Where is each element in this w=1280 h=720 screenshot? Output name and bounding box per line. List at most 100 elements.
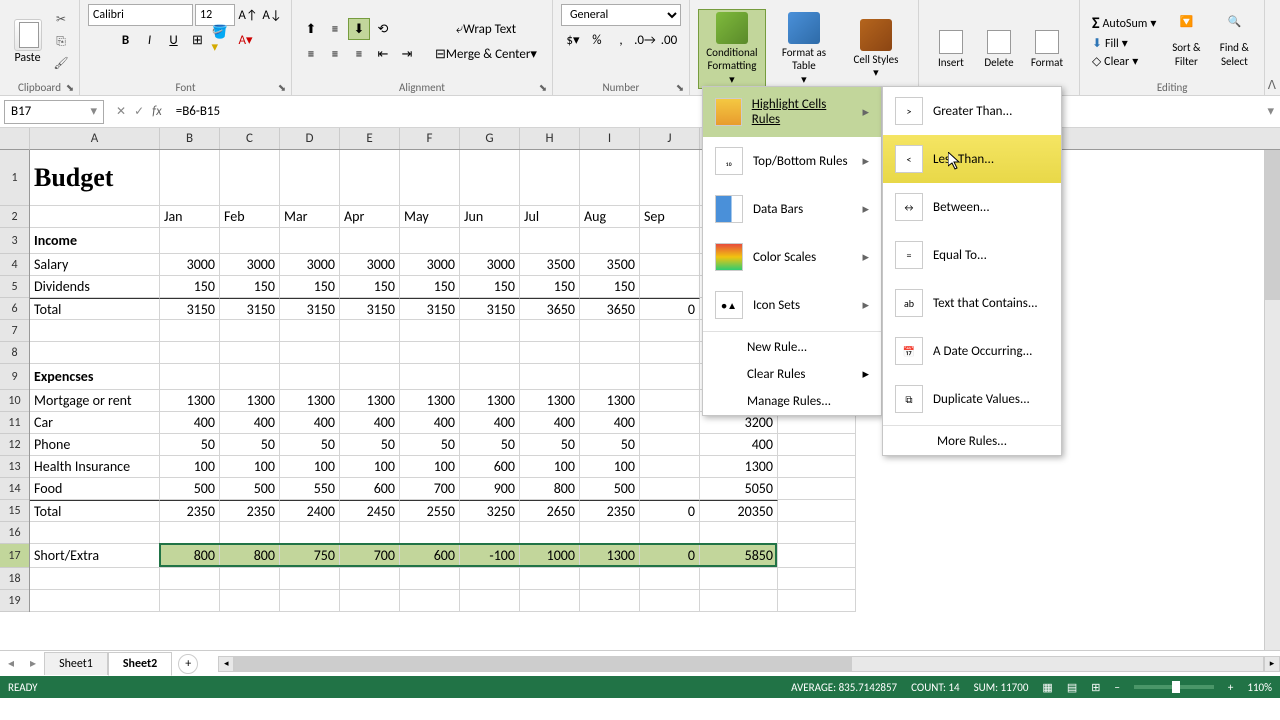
- cell[interactable]: Mar: [280, 206, 340, 228]
- cell[interactable]: 550: [280, 478, 340, 500]
- cell[interactable]: Expencses: [30, 364, 160, 390]
- cell[interactable]: 3150: [220, 298, 280, 320]
- cell[interactable]: 500: [220, 478, 280, 500]
- cell[interactable]: [580, 590, 640, 612]
- cell[interactable]: [778, 590, 856, 612]
- font-color-button[interactable]: A▾: [235, 29, 257, 51]
- menu-manage-rules[interactable]: Manage Rules...: [703, 388, 881, 415]
- cell[interactable]: [640, 568, 700, 590]
- cell[interactable]: 3150: [400, 298, 460, 320]
- align-bottom-button[interactable]: ⬇: [348, 18, 370, 40]
- cell[interactable]: 2550: [400, 500, 460, 522]
- increase-indent-button[interactable]: ⇥: [396, 43, 418, 65]
- cell[interactable]: 0: [640, 298, 700, 320]
- border-button[interactable]: ⊞: [187, 29, 209, 51]
- cell[interactable]: 600: [400, 544, 460, 568]
- submenu-more-rules[interactable]: More Rules...: [883, 428, 1061, 455]
- col-header-F[interactable]: F: [400, 128, 460, 149]
- zoom-out-button[interactable]: −: [1114, 681, 1119, 694]
- row-header-14[interactable]: 14: [0, 478, 29, 500]
- name-box[interactable]: B17▾: [4, 100, 104, 124]
- cell[interactable]: [640, 150, 700, 206]
- cell[interactable]: [280, 150, 340, 206]
- font-size-select[interactable]: [195, 4, 235, 26]
- cell[interactable]: [580, 568, 640, 590]
- tab-nav-next[interactable]: ▸: [22, 656, 44, 671]
- cell[interactable]: 150: [400, 276, 460, 298]
- cell[interactable]: [220, 522, 280, 544]
- cell[interactable]: Total: [30, 500, 160, 522]
- cell[interactable]: [160, 364, 220, 390]
- decrease-indent-button[interactable]: ⇤: [372, 43, 394, 65]
- cell[interactable]: [460, 320, 520, 342]
- view-normal-button[interactable]: ▦: [1042, 681, 1052, 694]
- cell[interactable]: Mortgage or rent: [30, 390, 160, 412]
- col-header-E[interactable]: E: [340, 128, 400, 149]
- cell[interactable]: 3150: [280, 298, 340, 320]
- cell[interactable]: [640, 478, 700, 500]
- cell[interactable]: 500: [160, 478, 220, 500]
- bold-button[interactable]: B: [115, 29, 137, 51]
- align-middle-button[interactable]: ≡: [324, 18, 346, 40]
- add-sheet-button[interactable]: +: [178, 654, 198, 674]
- cell[interactable]: 400: [220, 412, 280, 434]
- cell[interactable]: 50: [280, 434, 340, 456]
- row-header-1[interactable]: 1: [0, 150, 29, 206]
- cell[interactable]: Income: [30, 228, 160, 254]
- cell[interactable]: 100: [160, 456, 220, 478]
- cell[interactable]: 2650: [520, 500, 580, 522]
- cell[interactable]: [640, 390, 700, 412]
- cell[interactable]: 50: [340, 434, 400, 456]
- cell[interactable]: [778, 544, 856, 568]
- vscroll-thumb[interactable]: [1265, 150, 1280, 300]
- cell[interactable]: [280, 568, 340, 590]
- cell[interactable]: 150: [580, 276, 640, 298]
- cell[interactable]: [778, 456, 856, 478]
- col-header-I[interactable]: I: [580, 128, 640, 149]
- format-painter-button[interactable]: 🖌: [51, 54, 71, 74]
- cell[interactable]: Dividends: [30, 276, 160, 298]
- underline-button[interactable]: U: [163, 29, 185, 51]
- align-left-button[interactable]: ≡: [300, 43, 322, 65]
- cell[interactable]: [640, 254, 700, 276]
- cell[interactable]: 2400: [280, 500, 340, 522]
- cell[interactable]: 800: [160, 544, 220, 568]
- cell[interactable]: [280, 342, 340, 364]
- cell[interactable]: Food: [30, 478, 160, 500]
- cell[interactable]: [520, 364, 580, 390]
- row-header-9[interactable]: 9: [0, 364, 29, 390]
- enter-formula-button[interactable]: ✓: [134, 104, 144, 119]
- paste-button[interactable]: Paste: [8, 19, 47, 65]
- cell-styles-button[interactable]: Cell Styles ▾: [842, 16, 910, 82]
- cell[interactable]: [580, 320, 640, 342]
- cell[interactable]: [280, 228, 340, 254]
- submenu-duplicate-values[interactable]: ⧉Duplicate Values...: [883, 375, 1061, 423]
- cell[interactable]: 400: [160, 412, 220, 434]
- clipboard-launcher[interactable]: ⬊: [63, 80, 77, 94]
- col-header-H[interactable]: H: [520, 128, 580, 149]
- col-header-C[interactable]: C: [220, 128, 280, 149]
- cell[interactable]: 0: [640, 500, 700, 522]
- cell[interactable]: [400, 364, 460, 390]
- cell[interactable]: [160, 320, 220, 342]
- number-format-select[interactable]: General: [561, 4, 681, 26]
- cell[interactable]: [640, 412, 700, 434]
- cancel-formula-button[interactable]: ✕: [116, 104, 126, 119]
- copy-button[interactable]: ⎘: [51, 32, 71, 52]
- comma-button[interactable]: ,: [610, 29, 632, 51]
- cell[interactable]: [460, 342, 520, 364]
- submenu-text-contains[interactable]: abText that Contains...: [883, 279, 1061, 327]
- cut-button[interactable]: ✂: [51, 10, 71, 30]
- cell[interactable]: 1300: [280, 390, 340, 412]
- cell[interactable]: 2450: [340, 500, 400, 522]
- cell[interactable]: [280, 320, 340, 342]
- cell[interactable]: 400: [520, 412, 580, 434]
- cell[interactable]: 400: [580, 412, 640, 434]
- zoom-slider[interactable]: [1134, 685, 1214, 689]
- submenu-between[interactable]: ↔Between...: [883, 183, 1061, 231]
- cell[interactable]: [778, 478, 856, 500]
- format-as-table-button[interactable]: Format as Table ▾: [770, 9, 838, 89]
- cell[interactable]: 3000: [340, 254, 400, 276]
- cell[interactable]: 2350: [160, 500, 220, 522]
- cell[interactable]: [30, 568, 160, 590]
